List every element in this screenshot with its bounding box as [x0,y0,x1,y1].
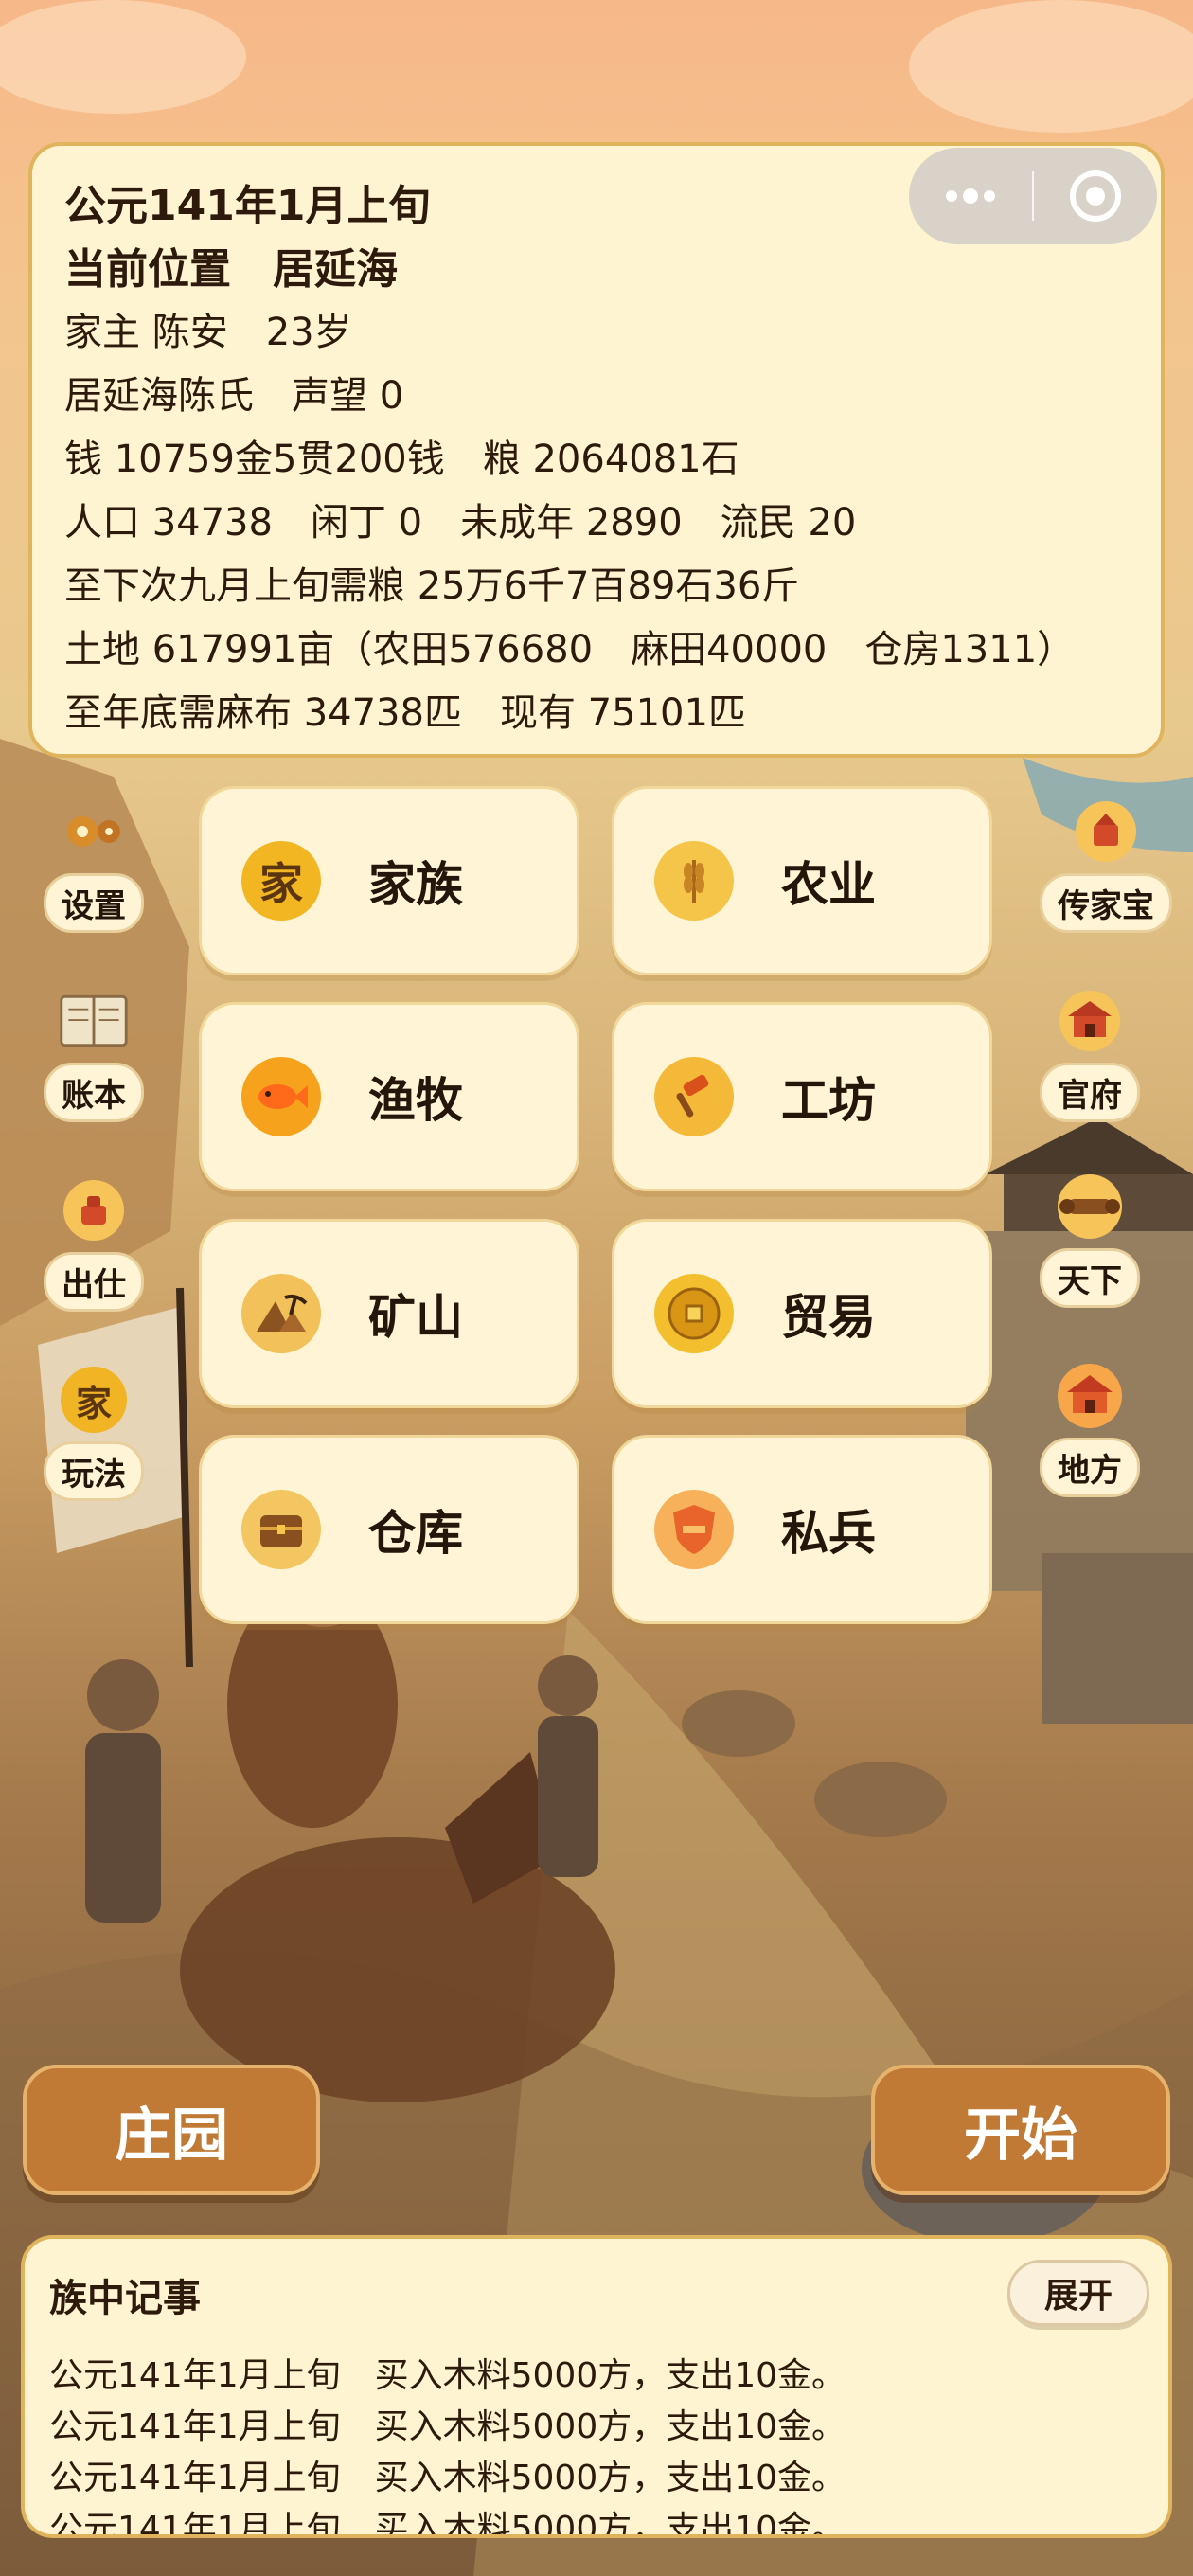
local-building-icon [1054,1360,1126,1432]
office-button[interactable]: 出仕 [44,1174,144,1312]
hammer-icon [654,1057,734,1136]
estate-button[interactable]: 庄园 [23,2065,320,2195]
prestige: 声望 0 [292,374,404,418]
family-label: 家族 [368,857,463,912]
family-icon: 家 [241,841,321,921]
office-label: 出仕 [44,1252,144,1312]
resources-row: 钱 10759金5贯200钱 粮 2064081石 [64,428,1129,492]
log-title: 族中记事 [49,2277,201,2320]
log-entry: 公元141年1月上旬 买入木料5000方，支出10金。 [49,2453,1149,2504]
location-value: 居延海 [273,245,398,294]
shield-icon [654,1490,734,1569]
target-close-icon [1070,170,1121,222]
location-label: 当前位置 [64,245,231,294]
local-button[interactable]: 地方 [1040,1360,1140,1497]
government-label: 官府 [1040,1063,1140,1122]
government-button[interactable]: 官府 [1040,985,1140,1122]
gameplay-button[interactable]: 家 玩法 [44,1364,144,1501]
scroll-icon [1054,1171,1126,1243]
family-head-row: 家主 陈安 23岁 [64,301,1129,365]
settings-button[interactable]: 设置 [44,796,144,933]
trade-button[interactable]: 贸易 [612,1219,992,1408]
warehouse-button[interactable]: 仓库 [199,1435,579,1624]
mountain-pickaxe-icon [241,1274,321,1353]
agriculture-label: 农业 [781,857,876,912]
trade-label: 贸易 [781,1290,876,1345]
ledger-label: 账本 [44,1063,144,1122]
mine-button[interactable]: 矿山 [199,1219,579,1408]
grain-need: 至下次九月上旬需粮 25万6千7百89石36斤 [64,564,800,608]
heirloom-label: 传家宝 [1040,873,1172,933]
government-building-icon [1054,985,1126,1057]
log-entry-text: 买入木料5000方，支出10金。 [374,2459,846,2497]
ledger-book-icon [58,985,130,1057]
money: 钱 10759金5贯200钱 [64,438,445,481]
population: 人口 34738 [64,501,273,545]
population-row: 人口 34738 闲丁 0 未成年 2890 流民 20 [64,492,1129,555]
heirloom-button[interactable]: 传家宝 [1040,796,1172,933]
close-button[interactable] [1034,148,1157,244]
local-label: 地方 [1040,1438,1140,1497]
chest-icon [241,1490,321,1569]
log-list: 公元141年1月上旬 买入木料5000方，支出10金。 公元141年1月上旬 买入木… [49,2351,1149,2538]
minors: 未成年 2890 [460,501,683,545]
log-entry-date: 公元141年1月上旬 [49,2356,341,2395]
current-location-row: 当前位置 居延海 [64,238,1129,301]
grain: 粮 2064081石 [482,438,739,481]
world-label: 天下 [1040,1248,1140,1308]
gear-icon [58,796,130,868]
family-head: 家主 陈安 [64,311,228,354]
settings-label: 设置 [44,873,144,933]
expand-button[interactable]: 展开 [1007,2260,1149,2326]
wheat-icon [654,841,734,921]
coin-icon [654,1274,734,1353]
log-entry-text: 买入木料5000方，支出10金。 [374,2407,846,2446]
log-entry: 公元141年1月上旬 买入木料5000方，支出10金。 [49,2351,1149,2402]
idle-laborers: 闲丁 0 [310,501,423,545]
world-button[interactable]: 天下 [1040,1171,1140,1308]
refugees: 流民 20 [720,501,857,545]
workshop-label: 工坊 [781,1073,876,1128]
log-entry-date: 公元141年1月上旬 [49,2459,341,2497]
capsule-divider [1032,171,1034,221]
family-head-age: 23岁 [265,311,352,354]
mine-label: 矿山 [368,1290,463,1345]
workshop-button[interactable]: 工坊 [612,1002,992,1191]
cloth-row: 至年底需麻布 34738匹 现有 75101匹 [64,682,1129,745]
cloth-have: 现有 75101匹 [499,691,746,735]
more-dots-icon [946,188,995,204]
family-button[interactable]: 家 家族 [199,786,579,975]
clan-name: 居延海陈氏 [64,374,254,418]
start-button[interactable]: 开始 [871,2065,1170,2195]
family-badge-icon: 家 [58,1364,130,1436]
more-button[interactable] [909,148,1032,244]
private-army-label: 私兵 [781,1506,876,1561]
agriculture-button[interactable]: 农业 [612,786,992,975]
log-entry: 公元141年1月上旬 买入木料5000方，支出10金。 [49,2402,1149,2453]
family-log-panel: 族中记事 展开 公元141年1月上旬 买入木料5000方，支出10金。 公元141… [21,2235,1172,2538]
log-entry-date: 公元141年1月上旬 [49,2407,341,2446]
cloth-need: 至年底需麻布 34738匹 [64,691,462,735]
log-entry-text: 买入木料5000方，支出10金。 [374,2356,846,2395]
log-entry: 公元141年1月上旬 买入木料5000方，支出10金。 [49,2504,1149,2538]
log-entry-text: 买入木料5000方，支出10金。 [374,2510,846,2538]
fish-icon [241,1057,321,1136]
private-army-button[interactable]: 私兵 [612,1435,992,1624]
miniprogram-capsule [909,148,1157,244]
fishery-button[interactable]: 渔牧 [199,1002,579,1191]
ledger-button[interactable]: 账本 [44,985,144,1122]
log-entry-date: 公元141年1月上旬 [49,2510,341,2538]
fishery-label: 渔牧 [368,1073,463,1128]
land-summary: 土地 617991亩（农田576680 麻田40000 仓房1311） [64,628,1076,671]
warehouse-label: 仓库 [368,1506,463,1561]
official-seal-icon [58,1174,130,1246]
clan-row: 居延海陈氏 声望 0 [64,365,1129,428]
heirloom-icon [1070,796,1142,868]
gameplay-label: 玩法 [44,1441,144,1501]
